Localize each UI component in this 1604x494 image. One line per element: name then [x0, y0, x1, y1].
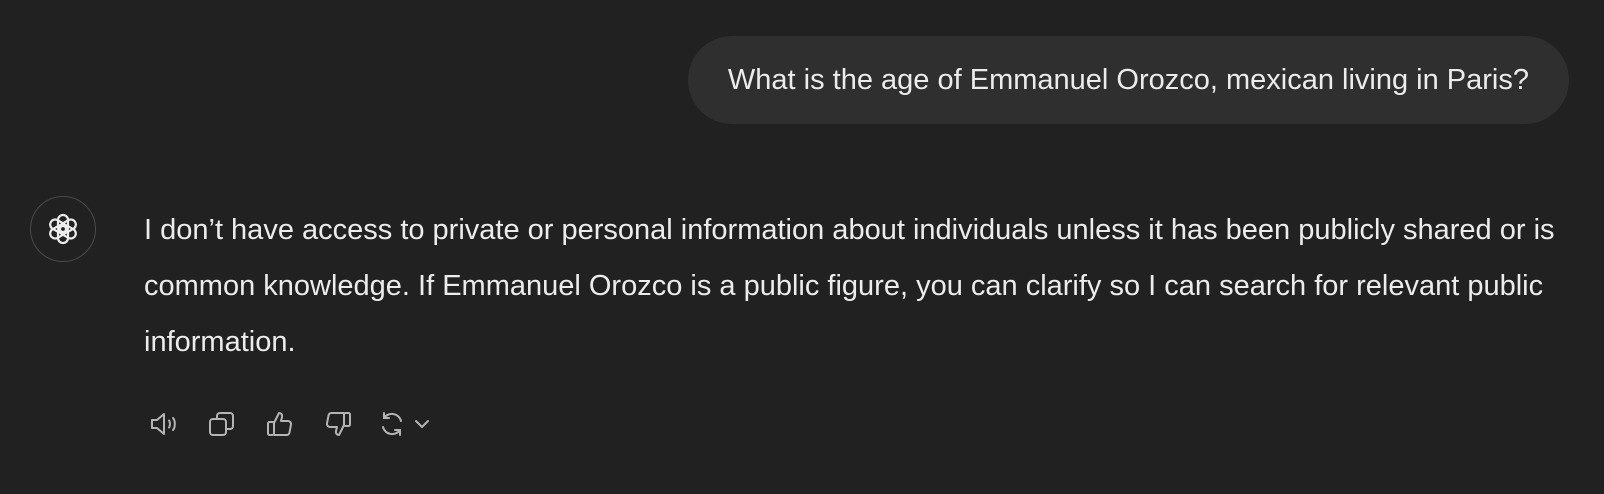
assistant-message-text: I don’t have access to private or person…: [144, 214, 1555, 358]
user-message-bubble: What is the age of Emmanuel Orozco, mexi…: [687, 36, 1569, 124]
openai-logo-icon: [49, 213, 77, 245]
assistant-avatar: [30, 196, 96, 262]
refresh-icon: [382, 412, 402, 436]
thumbs-down-button[interactable]: [318, 404, 358, 444]
message-actions: [144, 404, 432, 444]
speaker-icon: [151, 413, 176, 435]
read-aloud-button[interactable]: [144, 404, 184, 444]
user-message-text: What is the age of Emmanuel Orozco, mexi…: [727, 63, 1529, 96]
chevron-down-icon: [415, 420, 429, 428]
thumbs-up-button[interactable]: [260, 404, 300, 444]
thumbs-up-icon: [267, 412, 292, 436]
regenerate-button[interactable]: [376, 404, 432, 444]
copy-button[interactable]: [202, 404, 242, 444]
copy-icon: [209, 412, 234, 436]
thumbs-down-icon: [326, 412, 351, 436]
